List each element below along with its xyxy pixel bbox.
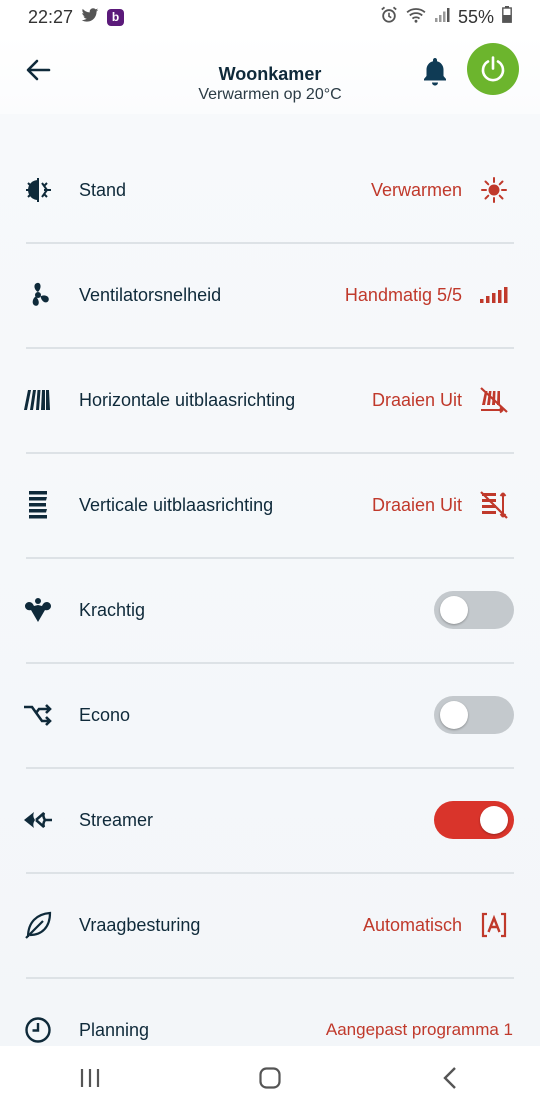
row-label: Verticale uitblaasrichting <box>79 494 274 515</box>
row-planning[interactable]: Planning Aangepast programma 1 <box>0 978 540 1046</box>
row-label: Stand <box>79 179 127 200</box>
econo-icon <box>22 699 54 731</box>
horizontal-louver-icon <box>22 384 54 416</box>
streamer-toggle[interactable] <box>434 801 514 839</box>
clock-icon <box>22 1014 54 1046</box>
row-stand[interactable]: Stand Verwarmen <box>0 138 540 242</box>
page-subtitle: Verwarmen op 20°C <box>198 86 342 103</box>
twitter-icon <box>81 7 99 28</box>
row-powerful: Krachtig <box>0 558 540 662</box>
app-header: Woonkamer Verwarmen op 20°C <box>0 34 540 114</box>
vertical-louver-icon <box>22 489 54 521</box>
streamer-icon <box>22 804 54 836</box>
toggle-knob <box>480 806 508 834</box>
horizontal-swing-off-icon <box>478 384 510 416</box>
row-label: Streamer <box>79 809 154 830</box>
page-title: Woonkamer <box>218 64 322 84</box>
fan-icon <box>22 279 54 311</box>
signal-icon <box>434 7 450 28</box>
recent-apps-button[interactable] <box>60 1058 120 1098</box>
settings-list: Stand Verwarmen Ventilatorsnelheid Handm… <box>0 114 540 1046</box>
row-value: Handmatig 5/5 <box>344 284 462 305</box>
status-time: 22:27 <box>28 6 74 27</box>
row-label: Krachtig <box>79 599 146 620</box>
row-horizontal-swing[interactable]: Horizontale uitblaasrichting Draaien Uit <box>0 348 540 452</box>
row-demand-control[interactable]: Vraagbesturing Automatisch <box>0 873 540 977</box>
auto-a-icon <box>478 909 510 941</box>
notifications-button[interactable] <box>418 54 452 88</box>
row-value: Aangepast programma 1 <box>325 1020 513 1039</box>
row-label: Ventilatorsnelheid <box>79 284 222 305</box>
bell-icon <box>424 58 446 86</box>
back-nav-button[interactable] <box>420 1058 480 1098</box>
row-label: Vraagbesturing <box>79 914 201 935</box>
row-value: Automatisch <box>362 914 462 935</box>
signal-bars-icon <box>478 279 510 311</box>
home-button[interactable] <box>240 1058 300 1098</box>
leaf-icon <box>22 909 54 941</box>
row-econo: Econo <box>0 663 540 767</box>
row-vertical-swing[interactable]: Verticale uitblaasrichting Draaien Uit <box>0 453 540 557</box>
alarm-icon <box>380 6 398 29</box>
row-value: Draaien Uit <box>371 389 462 410</box>
row-streamer: Streamer <box>0 768 540 872</box>
sun-icon <box>478 174 510 206</box>
powerful-icon <box>22 594 54 626</box>
wifi-icon <box>406 7 426 28</box>
recent-apps-icon <box>80 1069 100 1087</box>
home-icon <box>259 1067 281 1089</box>
row-value: Draaien Uit <box>371 494 462 515</box>
row-label: Planning <box>79 1019 150 1040</box>
vertical-swing-off-icon <box>478 489 510 521</box>
system-nav-bar <box>0 1046 540 1110</box>
row-label: Horizontale uitblaasrichting <box>79 389 296 410</box>
row-label: Econo <box>79 704 131 725</box>
row-fan-speed[interactable]: Ventilatorsnelheid Handmatig 5/5 <box>0 243 540 347</box>
battery-level: 55% <box>457 6 494 27</box>
toggle-knob <box>440 596 468 624</box>
power-icon <box>481 56 505 82</box>
app-badge-icon: b <box>107 8 125 26</box>
econo-toggle[interactable] <box>434 696 514 734</box>
powerful-toggle[interactable] <box>434 591 514 629</box>
status-bar: 22:27 b 55% <box>0 0 540 34</box>
battery-icon <box>502 6 512 28</box>
toggle-knob <box>440 701 468 729</box>
chevron-left-icon <box>443 1067 456 1089</box>
power-button[interactable] <box>467 43 519 95</box>
row-value: Verwarmen <box>370 179 462 200</box>
mode-icon <box>22 174 54 206</box>
